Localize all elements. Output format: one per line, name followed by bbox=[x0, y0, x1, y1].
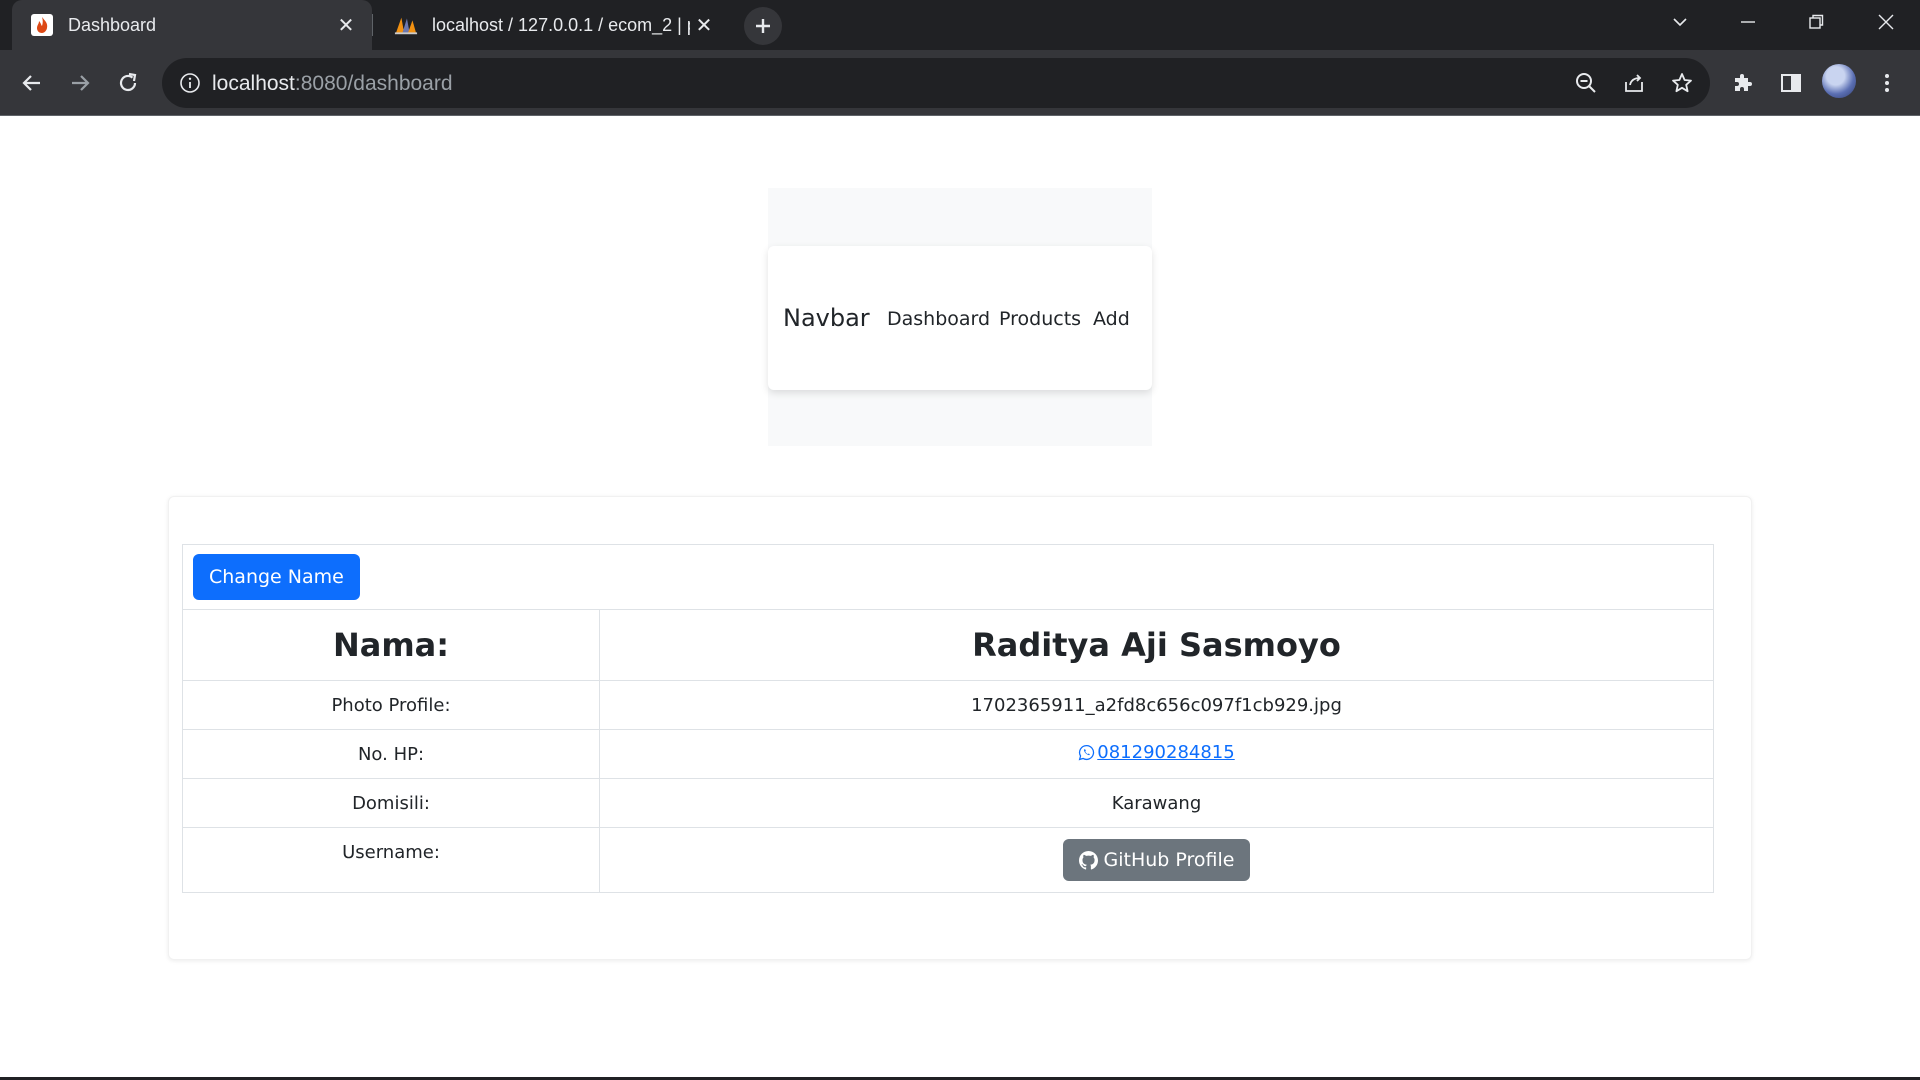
browser-tab-strip: Dashboard ✕ localhost / 127.0.0.1 / ecom… bbox=[0, 0, 1920, 50]
plus-icon bbox=[756, 19, 770, 33]
table-row: No. HP: 081290284815 bbox=[182, 729, 1714, 779]
close-icon bbox=[1878, 14, 1894, 30]
codeigniter-flame-icon bbox=[30, 13, 54, 37]
site-info-icon[interactable] bbox=[178, 71, 202, 95]
more-menu-icon[interactable] bbox=[1872, 68, 1902, 98]
github-icon bbox=[1078, 850, 1098, 870]
side-panel-icon[interactable] bbox=[1776, 68, 1806, 98]
whatsapp-icon bbox=[1078, 744, 1095, 761]
page-content: Navbar Dashboard Products Add Change Nam… bbox=[0, 116, 1920, 1080]
minimize-icon bbox=[1741, 21, 1755, 23]
reload-icon bbox=[119, 72, 137, 92]
change-name-button[interactable]: Change Name bbox=[193, 554, 360, 600]
restore-button[interactable] bbox=[1786, 0, 1846, 44]
name-value: Raditya Aji Sasmoyo bbox=[599, 609, 1714, 681]
back-arrow-icon bbox=[22, 75, 40, 91]
profile-table: Change Name Nama: Raditya Aji Sasmoyo Ph… bbox=[182, 544, 1714, 893]
forward-arrow-icon bbox=[72, 75, 90, 91]
back-button[interactable] bbox=[14, 65, 50, 101]
bookmark-star-icon[interactable] bbox=[1670, 71, 1694, 95]
tab-title: localhost / 127.0.0.1 / ecom_2 | p bbox=[432, 14, 690, 35]
photo-profile-value: 1702365911_a2fd8c656c097f1cb929.jpg bbox=[599, 680, 1714, 730]
restore-icon bbox=[1809, 14, 1824, 29]
domisili-label: Domisili: bbox=[182, 778, 600, 828]
table-row: Username: GitHub Profile bbox=[182, 827, 1714, 893]
url-host: localhost bbox=[212, 72, 295, 95]
minimize-button[interactable] bbox=[1718, 0, 1778, 44]
forward-button[interactable] bbox=[62, 65, 98, 101]
nav-link-add[interactable]: Add bbox=[1093, 308, 1130, 330]
close-window-button[interactable] bbox=[1856, 0, 1916, 44]
name-label: Nama: bbox=[182, 609, 600, 681]
close-tab-icon[interactable]: ✕ bbox=[690, 11, 718, 39]
url-path: :8080/dashboard bbox=[294, 72, 453, 95]
browser-toolbar: localhost:8080/dashboard bbox=[0, 50, 1920, 116]
profile-card: Change Name Nama: Raditya Aji Sasmoyo Ph… bbox=[168, 496, 1752, 960]
tab-phpmyadmin[interactable]: localhost / 127.0.0.1 / ecom_2 | p ✕ bbox=[376, 0, 730, 50]
nav-link-dashboard[interactable]: Dashboard bbox=[887, 308, 990, 330]
github-profile-label: GitHub Profile bbox=[1103, 849, 1235, 871]
phpmyadmin-sail-icon bbox=[394, 13, 418, 37]
zoom-out-icon[interactable] bbox=[1574, 71, 1598, 95]
extensions-puzzle-icon[interactable] bbox=[1728, 68, 1758, 98]
phone-number: 081290284815 bbox=[1097, 742, 1235, 763]
table-row: Change Name bbox=[182, 544, 1714, 610]
tab-search-button[interactable] bbox=[1650, 0, 1710, 44]
username-label: Username: bbox=[182, 827, 600, 893]
whatsapp-phone-link[interactable]: 081290284815 bbox=[1078, 742, 1235, 763]
github-profile-button[interactable]: GitHub Profile bbox=[1062, 839, 1251, 881]
photo-profile-label: Photo Profile: bbox=[182, 680, 600, 730]
table-row: Nama: Raditya Aji Sasmoyo bbox=[182, 609, 1714, 681]
close-tab-icon[interactable]: ✕ bbox=[332, 11, 360, 39]
tab-title: Dashboard bbox=[68, 14, 157, 35]
nav-link-products[interactable]: Products bbox=[999, 308, 1081, 330]
tab-dashboard[interactable]: Dashboard ✕ bbox=[12, 0, 372, 50]
phone-label: No. HP: bbox=[182, 729, 600, 779]
profile-avatar[interactable] bbox=[1822, 64, 1856, 98]
navbar: Navbar Dashboard Products Add bbox=[768, 246, 1152, 390]
navbar-brand[interactable]: Navbar bbox=[783, 304, 870, 332]
chevron-down-icon bbox=[1673, 18, 1687, 27]
new-tab-button[interactable] bbox=[744, 7, 782, 45]
address-bar[interactable]: localhost:8080/dashboard bbox=[162, 58, 1710, 108]
reload-button[interactable] bbox=[110, 65, 146, 101]
domisili-value: Karawang bbox=[599, 778, 1714, 828]
table-row: Domisili: Karawang bbox=[182, 778, 1714, 828]
tab-separator bbox=[372, 14, 373, 36]
url-text[interactable]: localhost:8080/dashboard bbox=[212, 72, 453, 96]
share-icon[interactable] bbox=[1622, 71, 1646, 95]
table-row: Photo Profile: 1702365911_a2fd8c656c097f… bbox=[182, 680, 1714, 730]
